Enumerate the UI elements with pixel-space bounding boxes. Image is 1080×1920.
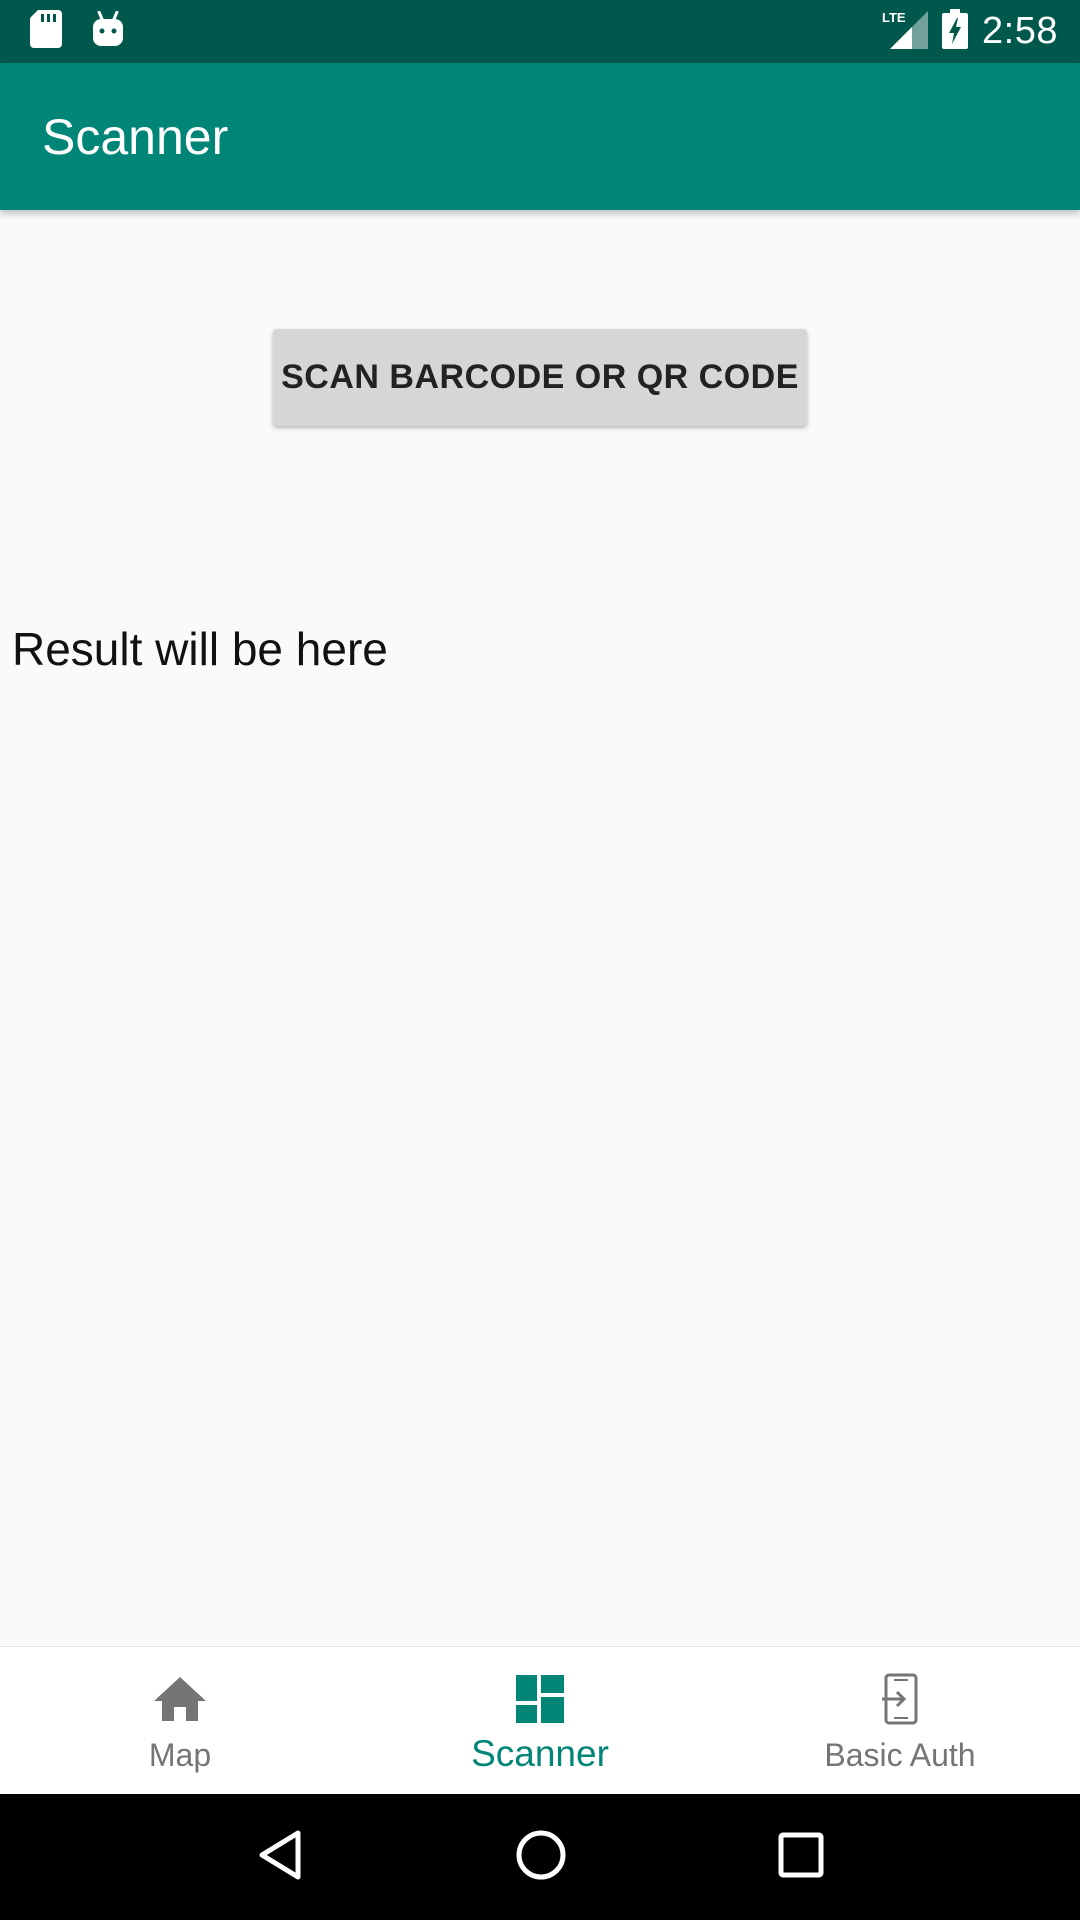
result-text: Result will be here [12, 623, 388, 675]
back-icon[interactable] [256, 1829, 304, 1886]
app-title: Scanner [42, 108, 229, 165]
app-bar: Scanner [0, 63, 1080, 210]
nav-item-map[interactable]: Map [0, 1647, 360, 1794]
scan-barcode-button[interactable]: SCAN BARCODE OR QR CODE [273, 329, 807, 426]
status-time: 2:58 [982, 10, 1058, 52]
android-icon [92, 10, 124, 52]
nav-label-scanner: Scanner [471, 1733, 609, 1774]
nav-label-basic-auth: Basic Auth [824, 1737, 976, 1773]
nav-label-map: Map [148, 1737, 212, 1773]
system-navigation-bar [0, 1794, 1080, 1920]
lte-signal-icon: LTE [882, 9, 929, 54]
home-icon [152, 1673, 208, 1725]
screen: LTE 2:58 Scanner SCAN BARCODE OR QR CODE… [0, 0, 1080, 1920]
home-circle-icon[interactable] [515, 1829, 567, 1886]
nav-item-basic-auth[interactable]: Basic Auth [720, 1647, 1080, 1794]
sd-card-icon [30, 10, 62, 53]
main-content: SCAN BARCODE OR QR CODE Result will be h… [0, 210, 1080, 1646]
svg-text:LTE: LTE [882, 10, 906, 25]
status-bar: LTE 2:58 [0, 0, 1080, 63]
bottom-navigation: Map Scanner Basic Auth [0, 1646, 1080, 1794]
phone-login-icon [880, 1673, 920, 1725]
recents-icon[interactable] [778, 1832, 824, 1883]
dashboard-icon [516, 1673, 564, 1725]
nav-item-scanner[interactable]: Scanner [360, 1647, 720, 1794]
system-status-icons: LTE 2:58 [882, 9, 1058, 54]
notification-icons [30, 10, 124, 53]
battery-charging-icon [942, 9, 969, 54]
